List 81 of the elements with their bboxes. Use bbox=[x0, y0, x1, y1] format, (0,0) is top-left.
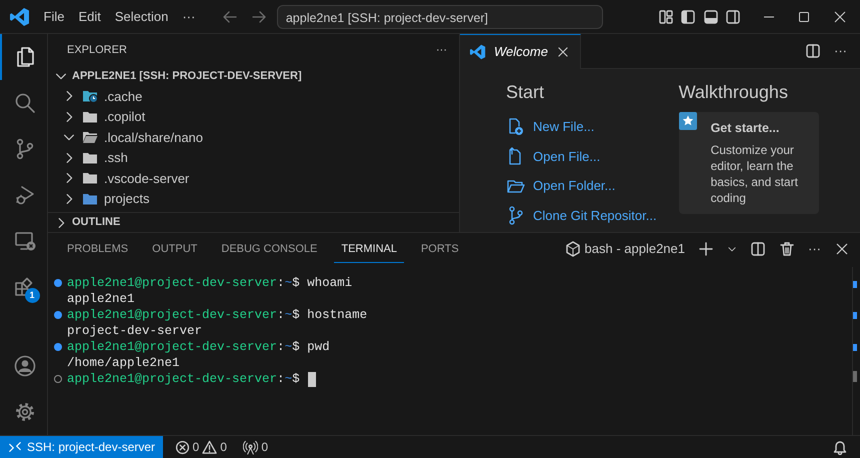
panel-tab[interactable]: OUTPUT bbox=[145, 235, 204, 263]
sidebar-title: EXPLORER bbox=[67, 42, 127, 58]
panel-tab[interactable]: TERMINAL bbox=[334, 235, 404, 263]
folder-name[interactable]: .vscode-server bbox=[104, 168, 190, 188]
remote-icon bbox=[8, 440, 22, 454]
split-editor-icon[interactable] bbox=[805, 43, 821, 59]
remote-indicator-button[interactable]: SSH: project-dev-server bbox=[0, 436, 164, 458]
account-icon[interactable] bbox=[12, 354, 36, 378]
folder-clock-icon bbox=[82, 88, 98, 104]
walkthrough-card[interactable]: Get starte... Customize your editor, learn the basics, and start coding bbox=[678, 112, 819, 214]
monitor-icon[interactable] bbox=[12, 229, 36, 253]
panel-toggle-icon[interactable] bbox=[702, 8, 718, 24]
menu-item[interactable]: Selection bbox=[108, 4, 176, 28]
section-heading: Walkthroughs bbox=[678, 81, 789, 104]
problems-status-button[interactable]: 0 0 bbox=[170, 438, 232, 456]
ports-count: 0 bbox=[261, 439, 268, 456]
folder-name[interactable]: .local/share/nano bbox=[104, 128, 204, 147]
error-icon bbox=[174, 440, 190, 454]
terminal-line: apple2ne1@project-dev-server:~$ hostname bbox=[67, 307, 368, 323]
layout-icon[interactable] bbox=[658, 8, 674, 24]
scroll-marker bbox=[853, 344, 857, 351]
panel-tab[interactable]: DEBUG CONSOLE bbox=[214, 235, 324, 263]
explorer-root-header[interactable]: APPLE2NE1 [SSH: PROJECT-DEV-SERVER] bbox=[48, 66, 459, 86]
folder-name[interactable]: .cache bbox=[104, 86, 142, 106]
trash-icon[interactable] bbox=[779, 241, 795, 257]
error-count: 0 bbox=[192, 439, 200, 456]
warning-icon bbox=[202, 440, 218, 454]
ports-status-button[interactable]: 0 bbox=[238, 438, 274, 456]
terminal-output: apple2ne1 bbox=[67, 291, 135, 307]
plus-icon[interactable] bbox=[698, 241, 714, 257]
folder-name[interactable]: projects bbox=[104, 189, 150, 208]
search-icon[interactable] bbox=[12, 91, 36, 115]
close-icon[interactable] bbox=[834, 241, 850, 257]
scroll-marker bbox=[853, 371, 857, 382]
app-logo-icon bbox=[470, 44, 486, 60]
start-link[interactable]: New File... bbox=[533, 117, 594, 136]
folder-name: APPLE2NE1 [SSH: PROJECT-DEV-SERVER] bbox=[72, 68, 302, 84]
terminal-output: /home/apple2ne1 bbox=[67, 355, 180, 371]
remote-label: SSH: project-dev-server bbox=[27, 439, 156, 456]
more-actions-button[interactable]: ··· bbox=[834, 41, 847, 61]
more-menu-button[interactable]: ··· bbox=[175, 4, 202, 28]
card-title: Get starte... bbox=[710, 120, 780, 137]
more-actions-button[interactable]: ··· bbox=[436, 42, 447, 58]
start-link[interactable]: Open Folder... bbox=[533, 176, 616, 196]
editor-tab[interactable]: Welcome bbox=[460, 34, 581, 69]
panel-tab[interactable]: PORTS bbox=[414, 235, 466, 263]
terminal-output: project-dev-server bbox=[67, 323, 202, 339]
scroll-marker bbox=[853, 312, 857, 319]
antenna-icon bbox=[243, 440, 258, 454]
terminal-line: apple2ne1@project-dev-server:~$ whoami bbox=[67, 275, 352, 291]
scroll-marker bbox=[853, 281, 857, 288]
terminal-line: apple2ne1@project-dev-server:~$ bbox=[67, 371, 300, 387]
tab-label: Welcome bbox=[494, 43, 548, 62]
folder-name[interactable]: .copilot bbox=[104, 107, 146, 126]
notification-bell-icon[interactable] bbox=[832, 439, 848, 455]
section-heading: Start bbox=[506, 81, 546, 104]
start-link[interactable]: Clone Git Repositor... bbox=[533, 206, 657, 225]
open-folder-icon bbox=[82, 129, 98, 146]
close-icon[interactable] bbox=[832, 8, 848, 24]
folder-name[interactable]: .ssh bbox=[104, 148, 128, 168]
terminal-line: apple2ne1@project-dev-server:~$ pwd bbox=[67, 339, 330, 355]
more-actions-button[interactable]: ··· bbox=[808, 239, 821, 259]
warning-count: 0 bbox=[220, 439, 227, 456]
app-logo-icon bbox=[10, 6, 30, 26]
terminal-name[interactable]: bash - apple2ne1 bbox=[584, 239, 685, 259]
start-link[interactable]: Open File... bbox=[533, 146, 600, 166]
menu-item[interactable]: File bbox=[36, 4, 72, 28]
panel-tab[interactable]: PROBLEMS bbox=[60, 235, 136, 263]
notification-badge: 1 bbox=[24, 288, 40, 303]
menu-item[interactable]: Edit bbox=[71, 4, 108, 28]
back-arrow-icon[interactable] bbox=[222, 8, 238, 24]
close-icon[interactable] bbox=[556, 45, 570, 59]
sidebar-toggle-icon[interactable] bbox=[680, 8, 696, 24]
split-terminal-icon[interactable] bbox=[750, 241, 766, 257]
forward-arrow-icon[interactable] bbox=[250, 8, 267, 24]
secondary-sidebar-icon[interactable] bbox=[725, 8, 741, 24]
folder-icon bbox=[82, 170, 98, 186]
cube-icon bbox=[565, 241, 582, 257]
section-title: OUTLINE bbox=[72, 215, 120, 230]
command-center-field[interactable]: apple2ne1 [SSH: project-dev-server] bbox=[276, 4, 603, 28]
card-description: Customize your editor, learn the basics, and start coding bbox=[710, 142, 799, 206]
